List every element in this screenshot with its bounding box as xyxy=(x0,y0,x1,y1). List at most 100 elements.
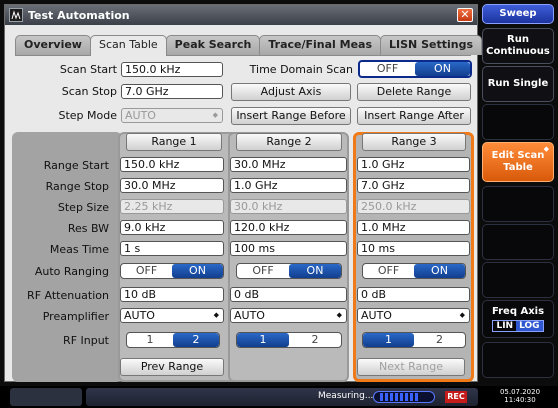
tab-lisn-settings[interactable]: LISN Settings xyxy=(380,35,483,55)
row-label-res-bw: Res BW xyxy=(67,222,109,235)
lin-option[interactable]: LIN xyxy=(493,321,516,331)
range-2-auto-ranging-toggle[interactable]: OFF ON xyxy=(236,263,342,279)
tab-scan-table[interactable]: Scan Table xyxy=(89,35,167,56)
freq-axis-label: Freq Axis xyxy=(491,306,545,317)
tab-overview[interactable]: Overview xyxy=(15,35,91,55)
row-label-range-stop: Range Stop xyxy=(45,180,109,193)
measure-progress-bar xyxy=(373,391,435,403)
softkey-menu-header: Sweep xyxy=(482,4,554,24)
time-domain-toggle[interactable]: OFF ON xyxy=(358,60,472,78)
range-3-meas-time[interactable]: 10 ms xyxy=(357,241,470,256)
range-2-step: 30.0 kHz xyxy=(230,199,347,214)
range-2-rf-attenuation[interactable]: 0 dB xyxy=(230,287,347,302)
row-label-range-start: Range Start xyxy=(43,159,109,172)
row-label-rf-input: RF Input xyxy=(63,334,109,347)
freq-axis-toggle[interactable]: LIN LOG xyxy=(492,320,544,332)
close-icon[interactable]: ✕ xyxy=(457,8,473,22)
softkey-empty-5[interactable] xyxy=(482,342,554,378)
rf-input-2[interactable]: 2 xyxy=(414,333,465,347)
softkey-empty-2[interactable] xyxy=(482,186,554,222)
rf-input-1[interactable]: 1 xyxy=(127,333,173,347)
range-3-rf-attenuation[interactable]: 0 dB xyxy=(357,287,470,302)
insert-range-after-button[interactable]: Insert Range After xyxy=(357,107,471,125)
range-3-step: 250.0 kHz xyxy=(357,199,470,214)
range-3-header[interactable]: Range 3 xyxy=(362,133,466,151)
softkey-empty-1[interactable] xyxy=(482,104,554,140)
scan-start-field[interactable]: 150.0 kHz xyxy=(121,62,223,77)
range-2-rbw[interactable]: 120.0 kHz xyxy=(230,220,347,235)
toggle-off[interactable]: OFF xyxy=(363,264,414,278)
step-mode-label: Step Mode xyxy=(58,109,117,122)
range-1-stop[interactable]: 30.0 MHz xyxy=(120,178,224,193)
measuring-status: Measuring... xyxy=(318,391,374,401)
run-continuous-softkey[interactable]: Run Continuous xyxy=(482,28,554,64)
rf-input-1[interactable]: 1 xyxy=(363,333,414,347)
app-icon xyxy=(9,8,23,22)
log-option[interactable]: LOG xyxy=(516,321,543,331)
range-3-rf-input-toggle[interactable]: 1 2 xyxy=(362,332,466,348)
range-3-preamp-select[interactable]: AUTO xyxy=(357,308,470,323)
row-label-preamplifier: Preamplifier xyxy=(42,310,109,323)
prev-range-button[interactable]: Prev Range xyxy=(120,358,224,376)
row-label-meas-time: Meas Time xyxy=(49,243,109,256)
toggle-on[interactable]: ON xyxy=(172,264,223,278)
range-2-meas-time[interactable]: 100 ms xyxy=(230,241,347,256)
toggle-off[interactable]: OFF xyxy=(237,264,289,278)
rf-input-1[interactable]: 1 xyxy=(237,333,289,347)
run-single-softkey[interactable]: Run Single xyxy=(482,66,554,102)
toggle-on[interactable]: ON xyxy=(414,264,465,278)
title-bar: Test Automation ✕ xyxy=(5,5,477,25)
range-1-start[interactable]: 150.0 kHz xyxy=(120,157,224,172)
freq-axis-softkey[interactable]: Freq Axis LIN LOG xyxy=(482,300,554,338)
status-time: 11:40:30 xyxy=(504,396,536,404)
range-1-rbw[interactable]: 9.0 kHz xyxy=(120,220,224,235)
toggle-off[interactable]: OFF xyxy=(121,264,172,278)
scan-stop-field[interactable]: 7.0 GHz xyxy=(121,84,223,99)
softkey-sidebar: Sweep Run Continuous Run Single Edit Sca… xyxy=(482,4,554,382)
range-1-preamp-select[interactable]: AUTO xyxy=(120,308,224,323)
time-domain-label: Time Domain Scan xyxy=(249,63,353,76)
rf-input-2[interactable]: 2 xyxy=(173,333,219,347)
tab-bar: Overview Scan Table Peak Search Trace/Fi… xyxy=(15,35,483,56)
next-range-button[interactable]: Next Range xyxy=(357,358,465,376)
range-2-stop[interactable]: 1.0 GHz xyxy=(230,178,347,193)
toggle-off[interactable]: OFF xyxy=(360,62,415,76)
delete-range-button[interactable]: Delete Range xyxy=(357,83,471,101)
range-3-start[interactable]: 1.0 GHz xyxy=(357,157,470,172)
scan-start-label: Scan Start xyxy=(59,63,117,76)
range-2-preamp-select[interactable]: AUTO xyxy=(230,308,347,323)
status-date: 05.07.2020 xyxy=(499,388,541,396)
range-3-auto-ranging-toggle[interactable]: OFF ON xyxy=(362,263,466,279)
rf-input-2[interactable]: 2 xyxy=(289,333,341,347)
adjust-axis-button[interactable]: Adjust Axis xyxy=(231,83,351,101)
tab-peak-search[interactable]: Peak Search xyxy=(165,35,261,55)
status-bar: Measuring... REC 05.07.2020 11:40:30 xyxy=(0,386,558,408)
range-2-rf-input-toggle[interactable]: 1 2 xyxy=(236,332,342,348)
range-2-header[interactable]: Range 2 xyxy=(236,133,342,151)
range-1-meas-time[interactable]: 1 s xyxy=(120,241,224,256)
softkey-empty-4[interactable] xyxy=(482,262,554,298)
toggle-on[interactable]: ON xyxy=(415,62,470,76)
range-3-stop[interactable]: 7.0 GHz xyxy=(357,178,470,193)
range-1-auto-ranging-toggle[interactable]: OFF ON xyxy=(120,263,224,279)
tab-trace-final-meas[interactable]: Trace/Final Meas xyxy=(259,35,382,55)
date-time: 05.07.2020 11:40:30 xyxy=(486,388,554,404)
window-title: Test Automation xyxy=(28,8,130,22)
edit-scan-table-softkey[interactable]: Edit Scan Table xyxy=(482,142,554,182)
range-1-rf-input-toggle[interactable]: 1 2 xyxy=(126,332,220,348)
scan-stop-label: Scan Stop xyxy=(61,85,117,98)
row-label-rf-attenuation: RF Attenuation xyxy=(27,289,109,302)
range-1-rf-attenuation[interactable]: 10 dB xyxy=(120,287,224,302)
recording-icon: REC xyxy=(445,391,467,403)
row-label-step-size: Step Size xyxy=(57,201,109,214)
step-mode-select[interactable]: AUTO xyxy=(121,108,223,123)
softkey-empty-3[interactable] xyxy=(482,224,554,260)
row-label-auto-ranging: Auto Ranging xyxy=(34,265,109,278)
range-3-rbw[interactable]: 1.0 MHz xyxy=(357,220,470,235)
insert-range-before-button[interactable]: Insert Range Before xyxy=(231,107,351,125)
range-1-step: 2.25 kHz xyxy=(120,199,224,214)
range-2-start[interactable]: 30.0 MHz xyxy=(230,157,347,172)
range-1-header[interactable]: Range 1 xyxy=(126,133,222,151)
status-segment-left xyxy=(10,388,82,406)
toggle-on[interactable]: ON xyxy=(289,264,341,278)
